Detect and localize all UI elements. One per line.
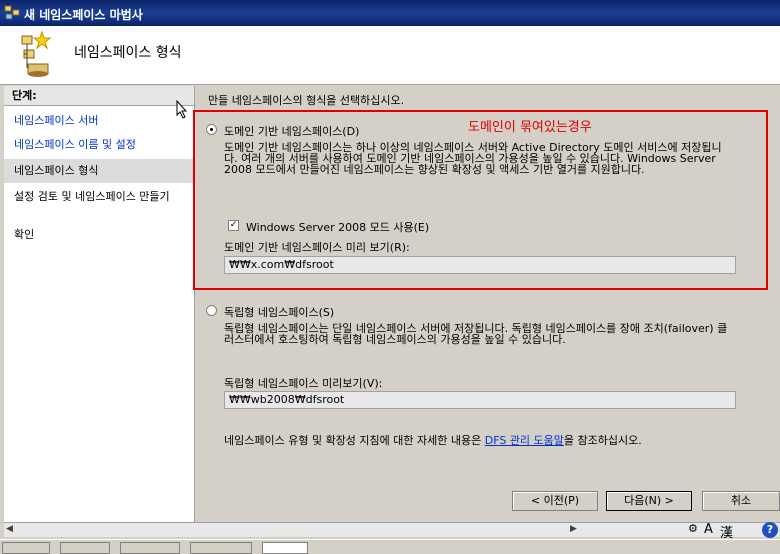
help-text-suffix: 을 참조하십시오. (563, 434, 642, 447)
help-text-prefix: 네임스페이스 유형 및 확장성 지침에 대한 자세한 내용은 (224, 434, 485, 447)
mouse-cursor-icon (176, 100, 188, 119)
taskbar-item[interactable] (120, 542, 180, 554)
step-namespace-server[interactable]: 네임스페이스 서버 (14, 114, 190, 127)
step-namespace-type: 네임스페이스 형식 (4, 159, 194, 183)
taskbar (0, 539, 780, 554)
windows-2008-mode-label[interactable]: Windows Server 2008 모드 사용(E) (246, 219, 429, 235)
steps-panel: 단계: 네임스페이스 서버 네임스페이스 이름 및 설정 네임스페이스 형식 설… (4, 86, 195, 522)
domain-namespace-radio[interactable] (206, 124, 217, 135)
domain-namespace-label[interactable]: 도메인 기반 네임스페이스(D) (224, 123, 359, 139)
help-text: 네임스페이스 유형 및 확장성 지침에 대한 자세한 내용은 DFS 관리 도움… (224, 432, 642, 448)
domain-namespace-description: 도메인 기반 네임스페이스는 하나 이상의 네임스페이스 서버와 Active … (224, 141, 722, 176)
page-title: 네임스페이스 형식 (74, 45, 182, 61)
annotation-text: 도메인이 묶여있는경우 (468, 120, 592, 135)
namespace-wizard-icon (4, 5, 20, 20)
ime-toolbar[interactable]: ⚙ A 漢 ? (686, 521, 780, 541)
ime-settings-icon[interactable]: ⚙ (688, 522, 698, 535)
standalone-preview-label: 독립형 네임스페이스 미리보기(V): (224, 377, 383, 390)
standalone-namespace-radio[interactable] (206, 305, 217, 316)
steps-header: 단계: (4, 86, 194, 106)
taskbar-item[interactable] (60, 542, 110, 554)
step-confirm: 확인 (14, 228, 35, 241)
taskbar-item-active[interactable] (262, 542, 308, 554)
namespace-folder-icon (21, 30, 52, 77)
horizontal-scrollbar[interactable]: ◀ ▶ (4, 522, 780, 537)
scroll-right-icon[interactable]: ▶ (570, 524, 577, 534)
back-button[interactable]: < 이전(P) (512, 491, 598, 511)
domain-preview-label: 도메인 기반 네임스페이스 미리 보기(R): (224, 241, 410, 254)
ime-mode-indicator[interactable]: A (704, 522, 713, 537)
cancel-button[interactable]: 취소 (702, 491, 780, 511)
dfs-help-link[interactable]: DFS 관리 도움말 (485, 434, 564, 447)
window-titlebar[interactable]: 새 네임스페이스 마법사 (0, 0, 780, 26)
step-review-create: 설정 검토 및 네임스페이스 만들기 (14, 190, 170, 203)
intro-text: 만들 네임스페이스의 형식을 선택하십시오. (208, 94, 405, 107)
wizard-content: 만들 네임스페이스의 형식을 선택하십시오. 도메인이 묶여있는경우 도메인 기… (193, 86, 780, 522)
ime-help-icon[interactable]: ? (762, 522, 778, 538)
taskbar-item[interactable] (2, 542, 50, 554)
taskbar-item[interactable] (190, 542, 252, 554)
domain-preview-field: ₩₩x.com₩dfsroot (224, 256, 736, 274)
standalone-namespace-description: 독립형 네임스페이스는 단일 네임스페이스 서버에 저장됩니다. 독립형 네임스… (224, 322, 728, 346)
step-namespace-name-settings[interactable]: 네임스페이스 이름 및 설정 (14, 138, 190, 151)
wizard-header: 네임스페이스 형식 (0, 26, 780, 85)
next-button[interactable]: 다음(N) > (606, 491, 692, 511)
windows-2008-mode-checkbox[interactable]: ✓ (228, 220, 239, 231)
window-title: 새 네임스페이스 마법사 (24, 8, 143, 22)
standalone-preview-field: ₩₩wb2008₩dfsroot (224, 391, 736, 409)
scroll-left-icon[interactable]: ◀ (6, 524, 13, 534)
standalone-namespace-label[interactable]: 독립형 네임스페이스(S) (224, 304, 334, 320)
